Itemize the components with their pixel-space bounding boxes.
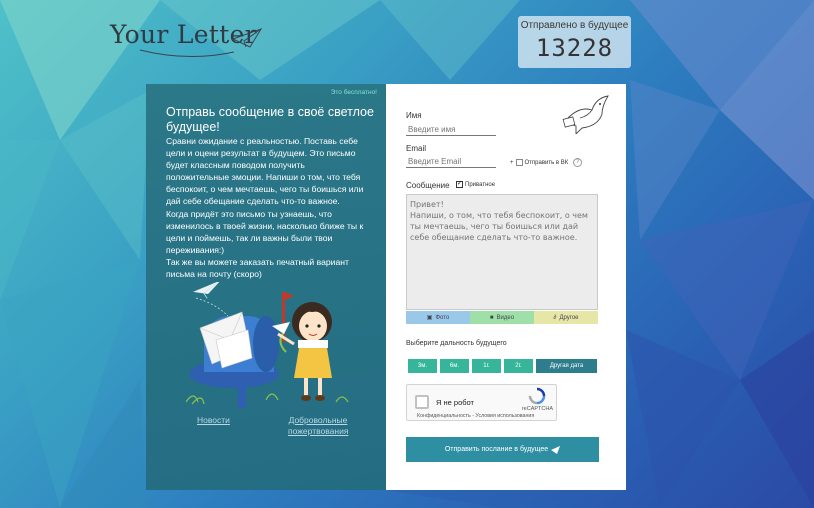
private-label: Приватное xyxy=(465,181,496,188)
attach-photo-button[interactable]: ▣ Фото xyxy=(406,311,470,324)
vk-checkbox[interactable] xyxy=(515,159,523,166)
recaptcha-privacy-links[interactable]: Конфиденциальность - Условия использован… xyxy=(417,413,534,419)
news-link[interactable]: Новости xyxy=(197,415,230,426)
name-input[interactable] xyxy=(406,124,496,136)
info-panel: Это бесплатно! Отправь сообщение в своё … xyxy=(146,84,386,490)
recaptcha-logo-icon xyxy=(528,387,546,405)
info-title: Отправь сообщение в своё светлое будущее… xyxy=(166,105,374,134)
recaptcha-widget: Я не робот reCAPTCHA Конфиденциальность … xyxy=(406,384,557,421)
donate-link[interactable]: Добровольные пожертвования xyxy=(288,415,348,437)
photo-icon: ▣ xyxy=(426,315,433,321)
distance-3m-button[interactable]: 3м. xyxy=(408,359,437,373)
name-label: Имя xyxy=(406,111,422,120)
attach-video-button[interactable]: ■ Видео xyxy=(470,311,534,324)
send-icon xyxy=(551,445,561,454)
attach-other-label: Другое xyxy=(559,314,579,321)
distance-1y-button[interactable]: 1г. xyxy=(472,359,501,373)
submit-button[interactable]: Отправить послание в будущее xyxy=(406,437,599,462)
paper-plane-icon xyxy=(232,28,262,48)
free-badge: Это бесплатно! xyxy=(330,89,377,96)
email-input[interactable] xyxy=(406,156,496,168)
video-icon: ■ xyxy=(489,314,494,321)
logo-swoosh-icon xyxy=(139,49,235,57)
private-checkbox[interactable]: ✓ xyxy=(456,181,463,188)
attach-other-button[interactable]: ∂ Другое xyxy=(534,311,598,324)
help-icon[interactable]: ? xyxy=(573,158,583,167)
private-option: ✓ Приватное xyxy=(456,181,495,188)
info-body: Сравни ожидание с реальностью. Поставь с… xyxy=(166,136,364,280)
sent-counter: Отправлено в будущее 13228 xyxy=(518,16,631,68)
message-label: Сообщение xyxy=(406,181,450,190)
letter-form: Имя Email + Отправить в ВК ? Сообщение ✓… xyxy=(386,84,626,490)
distance-other-date-button[interactable]: Другая дата xyxy=(536,359,597,373)
counter-value: 13228 xyxy=(535,34,614,62)
recaptcha-checkbox[interactable] xyxy=(415,395,429,409)
counter-label: Отправлено в будущее xyxy=(520,20,629,31)
paperclip-icon: ∂ xyxy=(553,314,557,321)
vk-option: + Отправить в ВК ? xyxy=(510,158,583,167)
dove-letter-icon xyxy=(562,95,609,134)
mailbox-girl-illustration xyxy=(186,282,349,408)
distance-2y-button[interactable]: 2г. xyxy=(504,359,533,373)
recaptcha-label: Я не робот xyxy=(436,398,474,407)
message-textarea[interactable] xyxy=(406,194,598,310)
vk-plus: + xyxy=(510,159,514,166)
vk-label: Отправить в ВК xyxy=(524,159,569,166)
distance-6m-button[interactable]: 6м. xyxy=(440,359,469,373)
email-label: Email xyxy=(406,144,427,153)
recaptcha-brand: reCAPTCHA xyxy=(521,406,553,412)
submit-label: Отправить послание в будущее xyxy=(444,446,549,453)
distance-label: Выберите дальность будущего xyxy=(406,340,507,347)
attach-photo-label: Фото xyxy=(435,314,450,321)
site-logo[interactable]: Your Letter xyxy=(110,20,270,60)
attach-video-label: Видео xyxy=(496,314,515,321)
